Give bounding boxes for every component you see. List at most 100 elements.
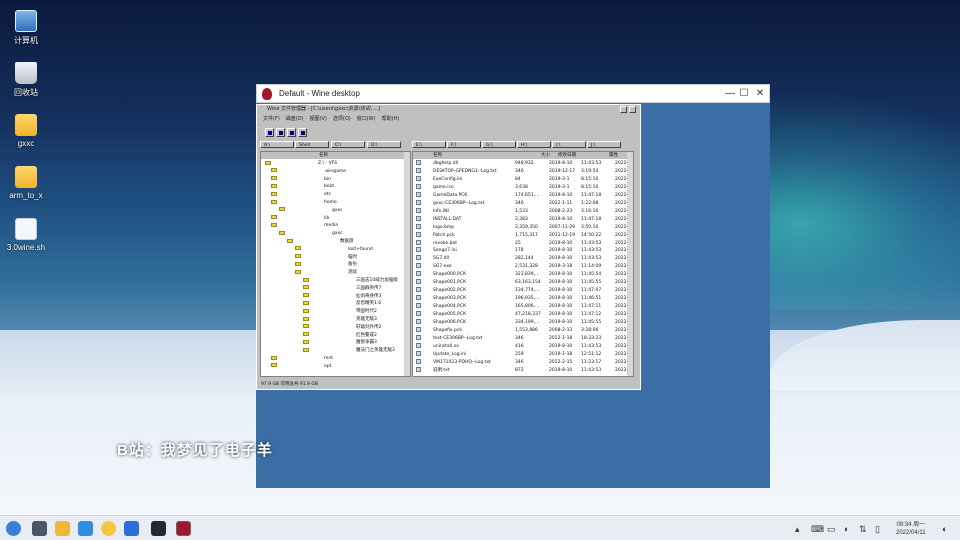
keyboard-icon[interactable]: ⌨ bbox=[811, 524, 824, 535]
tree-item[interactable]: home bbox=[271, 199, 337, 206]
file-row[interactable]: logo.bmp 2,359,350 2007-11-29 3:50:10 2022- bbox=[413, 223, 629, 231]
file-row[interactable]: INSTALL.DAT 2,383 2019-8-10 11:47:18 2022- bbox=[413, 215, 629, 223]
menu-item[interactable]: 视图(V) bbox=[310, 116, 327, 122]
launcher-icon[interactable] bbox=[6, 521, 21, 536]
file-row[interactable]: Shape000.PCK 323,839,... 2019-8-10 11:45:54… bbox=[413, 271, 629, 278]
drive-button[interactable]: C:\ bbox=[331, 141, 365, 148]
drive-button[interactable]: E:\ bbox=[412, 141, 446, 148]
file-row[interactable]: SG7.dll 282,144 2019-8-10 11:43:53 2022- bbox=[413, 255, 629, 262]
file-row[interactable]: VM171023-PDHQ--Log.txt 346 2022-2-15 11:23:… bbox=[413, 358, 629, 366]
tree-item[interactable]: lost+found bbox=[295, 246, 373, 253]
tree-item[interactable]: 红色警戒2 bbox=[303, 332, 377, 339]
tree-item[interactable]: gxxc bbox=[279, 230, 343, 237]
tree-item[interactable]: 数据盘 bbox=[287, 238, 354, 245]
toolbar-button-3[interactable] bbox=[287, 128, 296, 137]
file-row[interactable]: SG7.exe 2,531,328 2019-3-18 11:14:09 2022- bbox=[413, 263, 629, 270]
menu-item[interactable]: 窗口(W) bbox=[357, 116, 376, 122]
tree-item[interactable]: 仙剑奇侠传3 bbox=[303, 293, 381, 300]
tree-item[interactable]: mnt bbox=[271, 355, 333, 362]
chat-icon[interactable]: ▭ bbox=[827, 524, 836, 535]
file-row[interactable]: uninstall.xx 416 2019-8-10 11:43:53 2022- bbox=[413, 342, 629, 350]
settings-icon[interactable] bbox=[124, 521, 139, 536]
menu-item[interactable]: 选项(O) bbox=[333, 116, 351, 122]
tree-item[interactable]: boot bbox=[271, 183, 334, 190]
browser-icon[interactable] bbox=[101, 521, 116, 536]
wine-taskbar-icon[interactable] bbox=[176, 521, 191, 536]
tree-scrollbar[interactable] bbox=[404, 152, 410, 376]
wine-file-manager[interactable]: Wine 文件管理器 - [C:\users\gxxc\资源\测试\ ...] … bbox=[256, 104, 641, 390]
drive-button[interactable]: H:\ bbox=[517, 141, 551, 148]
tree-item[interactable]: bin bbox=[271, 176, 331, 183]
file-row[interactable]: Shape004.PCK 165,806,... 2019-8-10 11:47:11… bbox=[413, 303, 629, 310]
battery-icon[interactable]: ▯ bbox=[875, 524, 880, 535]
toolbar-button-1[interactable] bbox=[265, 128, 274, 137]
tree-item[interactable]: .wingame bbox=[271, 168, 346, 175]
file-row[interactable]: ExeConfig.ini 84 2019-3-1 8:15:10 2022- bbox=[413, 175, 629, 183]
tree-item[interactable]: 临时 bbox=[295, 254, 357, 261]
drive-button[interactable]: Shell bbox=[295, 141, 329, 148]
drive-button[interactable]: I:\ bbox=[552, 141, 586, 148]
tree-item[interactable]: 帝国时代2 bbox=[303, 308, 377, 315]
tree-item[interactable]: 魔兽争霸3 bbox=[303, 339, 377, 346]
file-manager-icon[interactable] bbox=[55, 521, 70, 536]
terminal-icon[interactable] bbox=[151, 521, 166, 536]
close-button[interactable]: ✕ bbox=[753, 87, 767, 101]
file-list-pane[interactable]: 名称 大小 修改日期 属性 dbghelp.dll 948,932 2019-8-1… bbox=[412, 151, 634, 377]
multitask-view-icon[interactable] bbox=[32, 521, 47, 536]
app-minimize-button[interactable] bbox=[620, 106, 627, 113]
tree-item[interactable]: 备份 bbox=[295, 261, 357, 268]
menu-item[interactable]: 帮助(H) bbox=[382, 116, 400, 122]
network-icon[interactable]: ⇅ bbox=[859, 524, 867, 535]
desktop-icon[interactable]: 计算机 bbox=[0, 10, 52, 46]
file-row[interactable]: DESKTOP-GPEDNG1--Log.txt 346 2019-12-17 3:1… bbox=[413, 167, 629, 175]
drive-button[interactable]: D:\ bbox=[367, 141, 401, 148]
drive-button[interactable]: A:\ bbox=[260, 141, 294, 148]
tree-item[interactable]: 英雄无敌3 bbox=[303, 316, 377, 323]
desktop-icon[interactable]: gxxc bbox=[0, 114, 52, 148]
app-store-icon[interactable] bbox=[78, 521, 93, 536]
file-row[interactable]: GameData.PCK 174,651,... 2019-8-10 11:47:18… bbox=[413, 191, 629, 199]
file-row[interactable]: dbghelp.dll 948,932 2019-8-10 11:43:53 2022- bbox=[413, 160, 629, 167]
file-row[interactable]: Shapefix.pck 1,553,886 2008-2-13 3:28:06 202… bbox=[413, 326, 629, 334]
tray-expand-icon[interactable]: ▴ bbox=[795, 524, 800, 535]
desktop-icon[interactable]: arm_to_x bbox=[0, 166, 52, 200]
file-row[interactable]: Shape002.PCK 134,774,... 2019-8-10 11:47:07… bbox=[413, 287, 629, 294]
notification-icon[interactable]: ◐ bbox=[942, 524, 947, 534]
tree-item[interactable]: 三国志10威力加强版 bbox=[303, 277, 398, 284]
file-row[interactable]: Info.INI 1,533 2008-2-23 3:16:16 2022- bbox=[413, 207, 629, 215]
file-row[interactable]: revoke.bat 25 2019-8-10 11:43:53 2022- bbox=[413, 239, 629, 247]
tree-item[interactable]: 魔法门之英雄无敌3 bbox=[303, 347, 395, 354]
tree-item[interactable]: Z:\ - VFS bbox=[265, 160, 337, 167]
file-row[interactable]: game.ico 3,638 2019-3-1 8:15:10 2022- bbox=[413, 183, 629, 191]
tree-item[interactable]: etc bbox=[271, 191, 331, 198]
file-row[interactable]: Shape003.PCK 196,935,... 2019-8-10 11:46:51… bbox=[413, 295, 629, 302]
toolbar-button-4[interactable] bbox=[298, 128, 307, 137]
desktop-icon[interactable]: 回收站 bbox=[0, 62, 52, 98]
app-close-button[interactable] bbox=[629, 106, 636, 113]
drive-button[interactable]: J:\ bbox=[587, 141, 621, 148]
menu-item[interactable]: 文件(F) bbox=[263, 116, 280, 122]
file-row[interactable]: test-CE306BP--Log.txt 346 2022-1-18 18:33:2… bbox=[413, 334, 629, 342]
tree-item[interactable]: 三国群英传7 bbox=[303, 285, 381, 292]
tree-item[interactable]: 反恐精英1.6 bbox=[303, 300, 381, 307]
file-row[interactable]: Sango7.ini 178 2019-8-10 11:43:53 2022- bbox=[413, 247, 629, 254]
file-row[interactable]: 说明.txt 872 2019-8-10 11:43:53 2022- bbox=[413, 366, 629, 374]
drive-button[interactable]: F:\ bbox=[447, 141, 481, 148]
volume-icon[interactable]: ◖ bbox=[843, 524, 848, 534]
window-titlebar[interactable]: Default - Wine desktop — ☐ ✕ bbox=[256, 84, 770, 103]
minimize-button[interactable]: — bbox=[723, 87, 737, 101]
file-row[interactable]: Shape001.PCK 63,163,154 2019-8-10 11:45:55 2… bbox=[413, 279, 629, 286]
file-row[interactable]: Update_Log.ini 259 2019-1-18 12:51:12 2022- bbox=[413, 350, 629, 358]
tree-item[interactable]: 测试 bbox=[295, 269, 357, 276]
clock[interactable]: 09:34 周一 2022/04/11 bbox=[896, 521, 926, 537]
file-row[interactable]: Patch.pck 1,715,317 2011-12-19 14:50:22 2022… bbox=[413, 231, 629, 239]
toolbar-button-2[interactable] bbox=[276, 128, 285, 137]
file-row[interactable]: Shape005.PCK 47,218,337 2019-8-10 11:47:12 2… bbox=[413, 311, 629, 318]
folder-tree-pane[interactable]: 名称 Z:\ - VFS .wingame bin boot etc home gxxc li… bbox=[260, 151, 411, 377]
tree-item[interactable]: lib bbox=[271, 215, 329, 222]
file-manager-titlebar[interactable]: Wine 文件管理器 - [C:\users\gxxc\资源\测试\ ...] bbox=[257, 105, 640, 114]
tree-item[interactable]: 轩辕剑外传2 bbox=[303, 324, 381, 331]
menu-item[interactable]: 磁盘(D) bbox=[286, 116, 304, 122]
maximize-button[interactable]: ☐ bbox=[737, 87, 751, 101]
drive-button[interactable]: G:\ bbox=[482, 141, 516, 148]
